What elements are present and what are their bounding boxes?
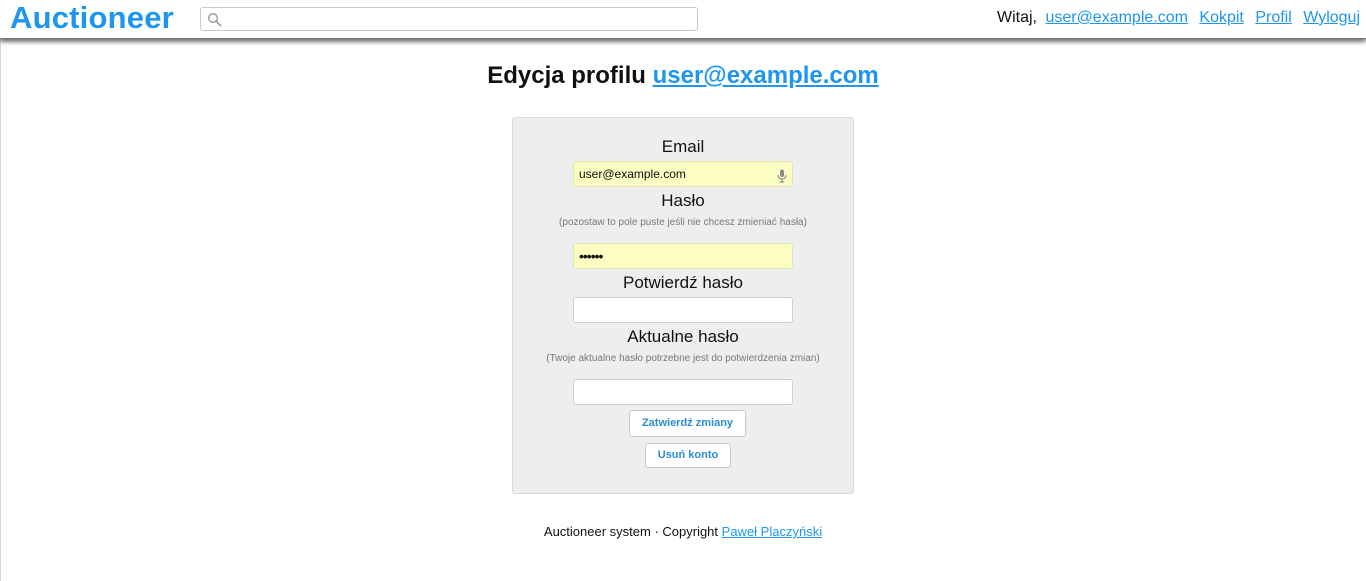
page-title-user-link[interactable]: user@example.com xyxy=(653,62,879,89)
top-navbar: Auctioneer Witaj, user@example.com Kokpi… xyxy=(0,0,1366,39)
current-password-hint: (Twoje aktualne hasło potrzebne jest do … xyxy=(546,353,820,364)
nav-logout-link[interactable]: Wyloguj xyxy=(1303,9,1360,26)
search-input[interactable] xyxy=(227,10,691,30)
nav-profile-link[interactable]: Profil xyxy=(1255,9,1291,26)
nav-dashboard-link[interactable]: Kokpit xyxy=(1199,9,1243,26)
password-hint: (pozostaw to pole puste jeśli nie chcesz… xyxy=(559,217,807,228)
greeting-text: Witaj, xyxy=(996,9,1037,26)
confirm-password-label: Potwierdź hasło xyxy=(622,273,743,292)
search-icon xyxy=(207,12,222,27)
user-nav: Witaj, user@example.com Kokpit Profil Wy… xyxy=(997,0,1360,36)
profile-edit-form: Email Hasło (pozostaw to pole puste jeśl… xyxy=(512,117,854,494)
brand-logo-link[interactable]: Auctioneer xyxy=(10,0,174,38)
current-password-field[interactable] xyxy=(573,379,793,405)
page-title-text: Edycja profilu xyxy=(487,62,646,89)
footer: Auctioneer system · Copyright Paweł Plac… xyxy=(0,524,1366,539)
confirm-password-field[interactable] xyxy=(573,297,793,323)
footer-author-link[interactable]: Paweł Placzyński xyxy=(722,524,822,539)
password-field[interactable] xyxy=(573,243,793,269)
password-label: Hasło xyxy=(661,191,705,210)
search-box[interactable] xyxy=(200,7,698,31)
save-changes-button[interactable]: Zatwierdź zmiany xyxy=(629,410,746,437)
user-email-link[interactable]: user@example.com xyxy=(1045,9,1188,26)
footer-text: Auctioneer system · Copyright xyxy=(543,524,719,539)
current-password-label: Aktualne hasło xyxy=(627,327,739,346)
page-title: Edycja profilu user@example.com xyxy=(0,62,1366,90)
email-field[interactable] xyxy=(573,161,793,187)
microphone-icon[interactable] xyxy=(777,169,787,183)
delete-account-button[interactable]: Usuń konto xyxy=(645,443,731,468)
email-label: Email xyxy=(661,137,705,156)
